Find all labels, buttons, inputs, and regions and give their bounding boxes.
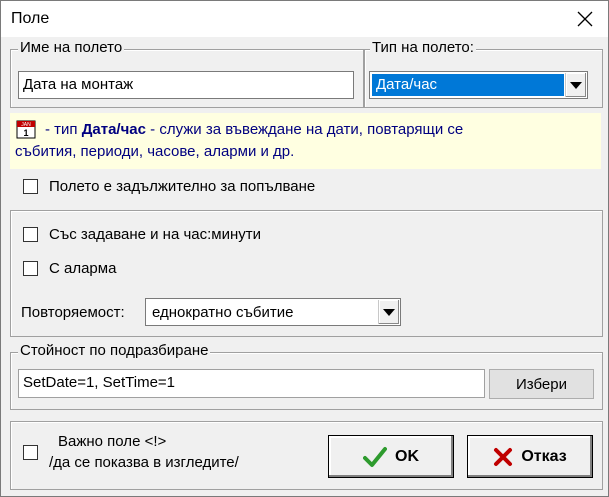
close-button[interactable] [562, 1, 608, 37]
repeat-selected: еднократно събитие [152, 304, 294, 321]
type-info-name: Дата/час [81, 121, 146, 138]
repeat-label: Повторяемост: [21, 304, 125, 321]
cancel-button[interactable]: Отказ [467, 435, 593, 478]
close-icon [577, 11, 593, 27]
ok-label: OK [395, 447, 419, 465]
chevron-down-icon [383, 308, 395, 316]
type-info-line1: - тип Дата/час - служи за въвеждане на д… [45, 121, 464, 138]
x-icon [494, 447, 513, 466]
ok-button[interactable]: OK [328, 435, 454, 478]
field-type-selected: Дата/час [372, 74, 564, 96]
svg-text:1: 1 [23, 128, 28, 138]
repeat-select[interactable]: еднократно събитие [145, 298, 401, 326]
field-type-dropdown-button[interactable] [565, 73, 586, 97]
time-label: Със задаване и на час:минути [49, 226, 262, 243]
chevron-down-icon [570, 81, 582, 89]
repeat-dropdown-button[interactable] [378, 300, 399, 324]
dialog-window: Поле Име на полето Дата на монтаж Тип на… [0, 0, 609, 497]
default-value-input[interactable]: SetDate=1, SetTime=1 [18, 369, 485, 398]
field-name-legend: Име на полето [18, 39, 125, 56]
window-title: Поле [11, 10, 50, 27]
choose-button[interactable]: Избери [489, 369, 594, 399]
cancel-label: Отказ [521, 447, 567, 465]
important-label-line2: /да се показва в изгледите/ [49, 454, 239, 471]
field-type-select[interactable]: Дата/час [369, 71, 588, 99]
field-name-input[interactable]: Дата на монтаж [18, 71, 354, 99]
default-value-legend: Стойност по подразбиране [18, 342, 211, 359]
time-checkbox[interactable] [23, 227, 38, 242]
alarm-checkbox[interactable] [23, 261, 38, 276]
required-label: Полето е задължително за попълване [49, 178, 316, 195]
checkmark-icon [363, 446, 387, 467]
type-info-line2: събития, периоди, часове, аларми и др. [15, 143, 295, 160]
field-type-legend: Тип на полето: [370, 39, 476, 56]
title-bar: Поле [1, 1, 608, 37]
important-checkbox[interactable] [23, 445, 38, 460]
type-info-panel: JAN 1 - тип Дата/час - служи за въвеждан… [10, 113, 601, 169]
calendar-icon: JAN 1 [16, 120, 36, 139]
important-label-line1: Важно поле <!> [58, 433, 167, 450]
required-checkbox[interactable] [23, 179, 38, 194]
alarm-label: С аларма [49, 260, 117, 277]
